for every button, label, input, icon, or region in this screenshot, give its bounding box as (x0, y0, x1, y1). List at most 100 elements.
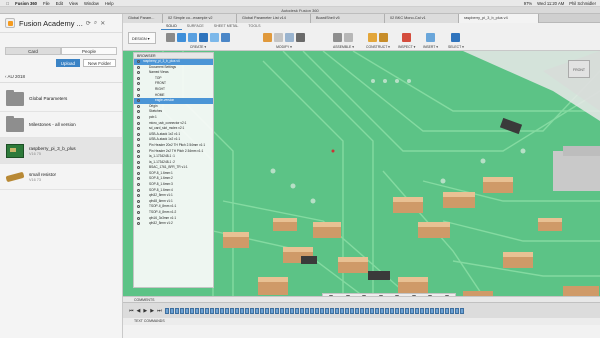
timeline-feature[interactable] (409, 307, 414, 314)
offset-plane-icon[interactable] (367, 32, 377, 42)
select-icon[interactable] (451, 32, 461, 42)
upload-button[interactable]: Upload (55, 59, 80, 67)
extrude-icon[interactable] (188, 32, 197, 42)
visibility-eye-icon[interactable] (137, 188, 140, 192)
timeline-feature[interactable] (404, 307, 409, 314)
timeline-feature[interactable] (209, 307, 214, 314)
create-menu[interactable]: CREATE ▾ (190, 45, 206, 49)
timeline-feature[interactable] (424, 307, 429, 314)
visibility-eye-icon[interactable] (137, 143, 140, 147)
timeline-feature[interactable] (454, 307, 459, 314)
visibility-eye-icon[interactable] (137, 149, 140, 153)
insert-menu[interactable]: INSERT ▾ (423, 45, 438, 49)
timeline-feature[interactable] (229, 307, 234, 314)
list-item[interactable]: raspberry_pi_3_b_plus V16 75 (0, 138, 122, 164)
visibility-eye-icon[interactable] (137, 205, 140, 209)
visibility-eye-icon[interactable] (137, 155, 140, 159)
tab-solid[interactable]: SOLID (161, 23, 182, 30)
timeline-feature[interactable] (254, 307, 259, 314)
visibility-eye-icon[interactable] (137, 110, 140, 114)
timeline-feature[interactable] (359, 307, 364, 314)
timeline-feature[interactable] (449, 307, 454, 314)
visibility-eye-icon[interactable] (137, 82, 140, 86)
tab-card[interactable]: Card (5, 47, 61, 55)
close-icon[interactable]: ✕ (100, 20, 105, 27)
timeline-feature[interactable] (259, 307, 264, 314)
timeline-feature[interactable] (319, 307, 324, 314)
list-item[interactable]: Milestones - all version (0, 112, 122, 138)
timeline-feature[interactable] (399, 307, 404, 314)
timeline-feature[interactable] (394, 307, 399, 314)
timeline-feature[interactable] (244, 307, 249, 314)
user-name[interactable]: Phil Schmidler (569, 1, 596, 6)
visibility-eye-icon[interactable] (137, 93, 140, 97)
project-title[interactable]: Fusion Academy ... (19, 19, 83, 28)
create-group[interactable]: CREATE ▾ (166, 31, 230, 49)
timeline-feature[interactable] (189, 307, 194, 314)
visibility-eye-icon[interactable] (137, 65, 140, 69)
timeline-feature[interactable] (224, 307, 229, 314)
timeline-feature[interactable] (419, 307, 424, 314)
timeline-feature[interactable] (284, 307, 289, 314)
timeline-feature[interactable] (339, 307, 344, 314)
skip-end-icon[interactable]: ⏭ (157, 308, 162, 314)
visibility-eye-icon[interactable] (137, 121, 140, 125)
press-pull-icon[interactable] (263, 32, 272, 42)
timeline-feature[interactable] (204, 307, 209, 314)
tab-tools[interactable]: TOOLS (243, 23, 265, 30)
timeline-feature[interactable] (304, 307, 309, 314)
timeline-feature[interactable] (184, 307, 189, 314)
play-icon[interactable]: ▶ (143, 308, 147, 314)
timeline-feature[interactable] (324, 307, 329, 314)
breadcrumb[interactable]: ‹ AU 2018 (5, 74, 122, 79)
visibility-eye-icon[interactable] (137, 60, 140, 63)
new-folder-button[interactable]: New Folder (82, 59, 116, 67)
timeline-feature[interactable] (194, 307, 199, 314)
skip-start-icon[interactable]: ⏮ (129, 308, 134, 314)
timeline-feature[interactable] (379, 307, 384, 314)
visibility-eye-icon[interactable] (137, 87, 140, 91)
timeline-feature[interactable] (269, 307, 274, 314)
doc-tab[interactable]: Global Parameter List v14 (237, 14, 311, 23)
timeline-feature[interactable] (264, 307, 269, 314)
timeline-feature[interactable] (414, 307, 419, 314)
insert-icon[interactable] (425, 32, 435, 42)
doc-tab[interactable]: BoardShell v5 (311, 14, 385, 23)
timeline-feature[interactable] (199, 307, 204, 314)
visibility-eye-icon[interactable] (137, 194, 140, 198)
doc-tab-active[interactable]: raspberry_pi_3_b_plus v4 (459, 14, 539, 23)
timeline-feature[interactable] (164, 307, 169, 314)
select-group[interactable]: SELECT ▾ (448, 31, 464, 49)
construct-menu[interactable]: CONSTRUCT ▾ (366, 45, 390, 49)
timeline-feature[interactable] (329, 307, 334, 314)
timeline-feature[interactable] (459, 307, 464, 314)
visibility-eye-icon[interactable] (137, 199, 140, 203)
visibility-eye-icon[interactable] (137, 171, 140, 175)
list-item[interactable]: Global Parameters (0, 86, 122, 112)
timeline-feature[interactable] (294, 307, 299, 314)
visibility-eye-icon[interactable] (137, 222, 140, 226)
chamfer-icon[interactable] (285, 32, 294, 42)
timeline-feature[interactable] (289, 307, 294, 314)
assemble-menu[interactable]: ASSEMBLE ▾ (333, 45, 354, 49)
timeline-feature[interactable] (429, 307, 434, 314)
tab-surface[interactable]: SURFACE (182, 23, 209, 30)
box-icon[interactable] (210, 32, 219, 42)
visibility-eye-icon[interactable] (137, 132, 140, 136)
search-icon[interactable]: ⌕ (94, 20, 97, 27)
visibility-eye-icon[interactable] (137, 183, 140, 187)
timeline-feature[interactable] (434, 307, 439, 314)
browser-node[interactable]: qfn32_5mm v1:2 (134, 221, 213, 227)
revolve-icon[interactable] (199, 32, 208, 42)
menu-file[interactable]: File (43, 1, 50, 6)
timeline-feature[interactable] (219, 307, 224, 314)
menu-view[interactable]: View (69, 1, 78, 6)
inspect-group[interactable]: INSPECT ▾ (398, 31, 415, 49)
timeline-feature[interactable] (274, 307, 279, 314)
timeline-feature[interactable] (234, 307, 239, 314)
hole-icon[interactable] (221, 32, 230, 42)
timeline-feature[interactable] (179, 307, 184, 314)
menu-help[interactable]: Help (105, 1, 114, 6)
visibility-eye-icon[interactable] (137, 104, 140, 108)
doc-tab[interactable]: 02 BKC Mono-Cal v1 (385, 14, 459, 23)
